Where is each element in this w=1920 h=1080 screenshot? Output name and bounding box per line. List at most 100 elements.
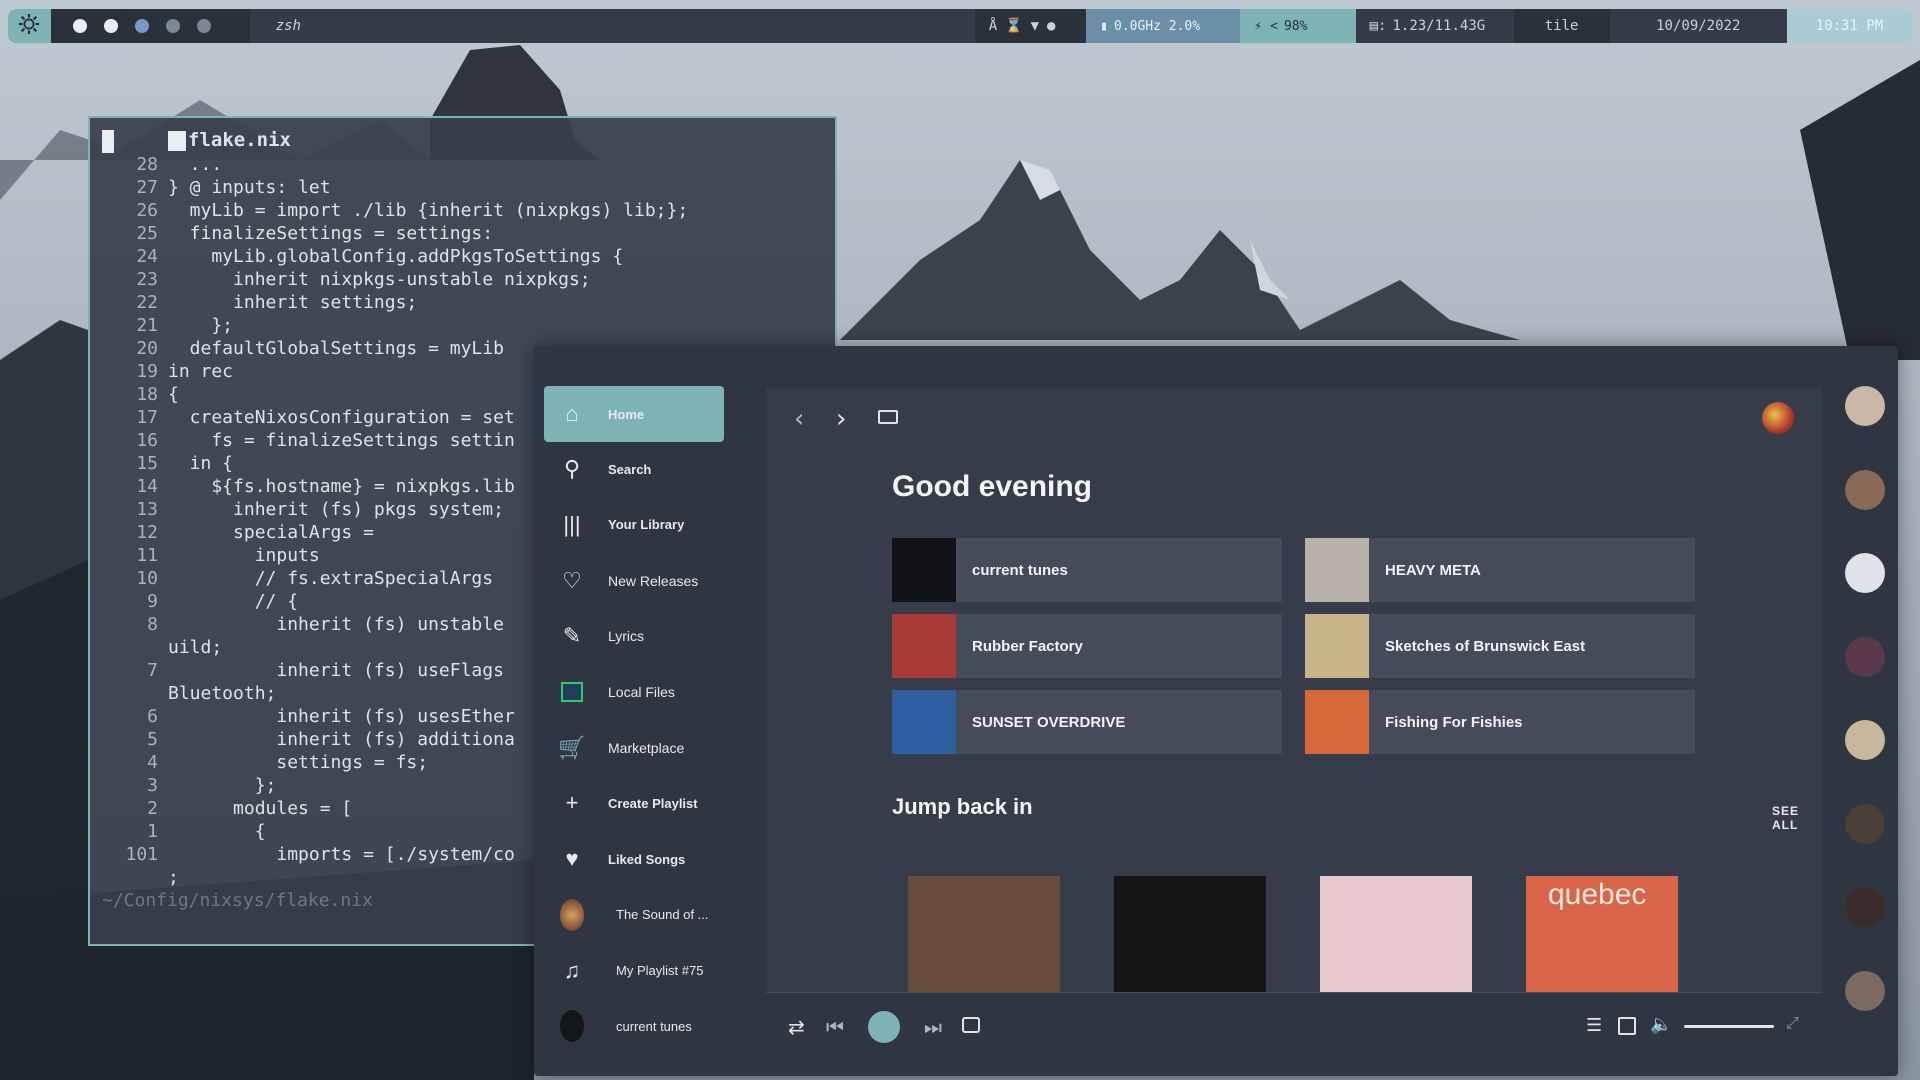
paperclip-icon[interactable]: ⌛ [1005, 18, 1022, 34]
sidebar-item-the-sound-of[interactable]: The Sound of ... [544, 887, 724, 942]
code-line: 14 ${fs.hostname} = nixpkgs.lib [90, 475, 514, 498]
user-avatar[interactable] [1762, 402, 1794, 434]
workspace-dot[interactable] [72, 19, 87, 33]
previous-icon[interactable]: ⏮ [826, 1015, 844, 1039]
shortcut-card[interactable]: SUNSET OVERDRIVE [892, 690, 1282, 754]
sidebar-item-marketplace[interactable]: 🛒 Marketplace [544, 720, 724, 775]
sidebar-item-label: Create Playlist [608, 795, 698, 811]
wifi-icon[interactable]: ▼ [1031, 18, 1039, 34]
friend-avatar[interactable] [1845, 887, 1885, 927]
memory-value: 1.23/11.43G [1392, 18, 1486, 34]
fullscreen-icon[interactable]: ⤢ [1786, 1013, 1799, 1033]
heart-icon: ♥ [565, 846, 579, 872]
terminal-path: ~/Config/nixsys/flake.nix [102, 890, 373, 911]
album-art [892, 614, 956, 678]
discord-icon[interactable]: ● [1047, 18, 1055, 34]
sidebar-item-create-playlist[interactable]: + Create Playlist [544, 776, 724, 831]
sidebar-item-my-playlist-75[interactable]: ♫ My Playlist #75 [544, 943, 724, 998]
sidebar-item-label: Home [608, 406, 645, 422]
shortcut-title: Sketches of Brunswick East [1385, 637, 1586, 655]
friend-avatar[interactable] [1845, 553, 1885, 593]
friend-avatar[interactable] [1845, 636, 1885, 677]
search-icon: ⚲ [563, 456, 581, 482]
shortcut-card[interactable]: Fishing For Fishies [1305, 690, 1695, 754]
code-line: 16 fs = finalizeSettings settin [90, 429, 514, 452]
pause-button[interactable] [868, 1011, 900, 1043]
code-line: 28 ... [90, 153, 222, 176]
line-number: 26 [136, 200, 158, 221]
sidebar-item-your-library[interactable]: ||| Your Library [544, 497, 724, 552]
workspace-dot[interactable] [165, 19, 180, 33]
devices-icon[interactable] [1618, 1017, 1636, 1035]
volume-icon[interactable]: 🔈 [1650, 1014, 1672, 1035]
cast-icon[interactable] [878, 410, 898, 424]
see-all-link[interactable]: SEE ALL [1772, 804, 1822, 832]
volume-slider[interactable] [1684, 1025, 1774, 1028]
album-card[interactable] [908, 876, 1060, 992]
sidebar-item-label: current tunes [616, 1018, 692, 1034]
forward-arrow-icon[interactable]: › [836, 404, 846, 434]
sidebar-item-search[interactable]: ⚲ Search [544, 442, 724, 497]
line-number: 13 [136, 499, 158, 520]
battery-status: ⚡ < 98% [1240, 9, 1356, 43]
sidebar-item-liked-songs[interactable]: ♥ Liked Songs [544, 832, 724, 887]
line-text: uild; [168, 637, 223, 658]
album-card[interactable] [1320, 876, 1472, 992]
workspace-dot[interactable] [196, 19, 211, 33]
line-text: }; [168, 315, 234, 336]
line-number: 101 [125, 844, 158, 865]
album-card[interactable]: quebec [1526, 876, 1678, 992]
bluetooth-icon[interactable]: Å [989, 18, 997, 34]
code-line: 4 settings = fs; [90, 751, 428, 774]
line-text: createNixosConfiguration = set [168, 407, 515, 428]
launcher-button[interactable] [8, 9, 51, 43]
line-number: 20 [136, 338, 158, 359]
friend-avatar[interactable] [1845, 469, 1885, 510]
album-art [1305, 614, 1369, 678]
sidebar-item-lyrics[interactable]: ✎ Lyrics [544, 609, 724, 664]
album-art [1305, 690, 1369, 754]
workspace-dot[interactable] [134, 19, 149, 33]
code-line: 6 inherit (fs) usesEther [90, 705, 515, 728]
next-icon[interactable]: ⏭ [924, 1015, 942, 1039]
album-card[interactable] [1114, 876, 1266, 992]
layout-indicator[interactable]: tile [1513, 9, 1610, 43]
code-line: 8 inherit (fs) unstable [90, 613, 504, 636]
spotify-window[interactable]: ⌂ Home ⚲ Search ||| Your Library ♡ New Releases… [534, 346, 1898, 1076]
line-number: 25 [136, 223, 158, 244]
workspace-dot[interactable] [103, 19, 118, 33]
workspace-switcher[interactable] [50, 9, 250, 43]
shortcut-card[interactable]: Rubber Factory [892, 614, 1282, 678]
friend-avatar[interactable] [1845, 386, 1885, 426]
home-icon: ⌂ [565, 401, 579, 426]
friend-avatar[interactable] [1845, 720, 1885, 760]
line-number: 10 [136, 568, 158, 589]
sidebar-item-home[interactable]: ⌂ Home [544, 386, 724, 442]
album-art [1305, 538, 1369, 602]
sidebar-item-new-releases[interactable]: ♡ New Releases [544, 553, 724, 608]
line-text: inherit (fs) useFlags [168, 660, 504, 681]
friend-avatar[interactable] [1845, 970, 1885, 1011]
back-arrow-icon[interactable]: ‹ [794, 404, 804, 434]
repeat-icon[interactable] [962, 1017, 980, 1033]
shortcut-card[interactable]: current tunes [892, 538, 1282, 602]
code-line: 27} @ inputs: let [90, 176, 330, 199]
shortcut-card[interactable]: Sketches of Brunswick East [1305, 614, 1695, 678]
line-number: 6 [147, 706, 158, 727]
line-number: 2 [147, 798, 158, 819]
shortcut-title: Fishing For Fishies [1385, 713, 1523, 731]
friend-avatar[interactable] [1845, 803, 1885, 844]
shortcut-card[interactable]: HEAVY META [1305, 538, 1695, 602]
code-line: 18 { [90, 383, 179, 406]
code-line: 17 createNixosConfiguration = set [90, 406, 515, 429]
line-number: 14 [136, 476, 158, 497]
folder-icon [560, 680, 584, 704]
line-number: 7 [147, 660, 158, 681]
sidebar-item-current-tunes[interactable]: current tunes [544, 999, 724, 1054]
queue-icon[interactable]: ☰ [1586, 1015, 1602, 1036]
sidebar-item-label: Lyrics [608, 628, 645, 645]
sidebar-item-local-files[interactable]: Local Files [544, 665, 724, 720]
music-note-icon: ♫ [563, 957, 581, 983]
shuffle-icon[interactable]: ⇄ [788, 1015, 805, 1039]
line-text: imports = [./system/co [168, 844, 515, 865]
